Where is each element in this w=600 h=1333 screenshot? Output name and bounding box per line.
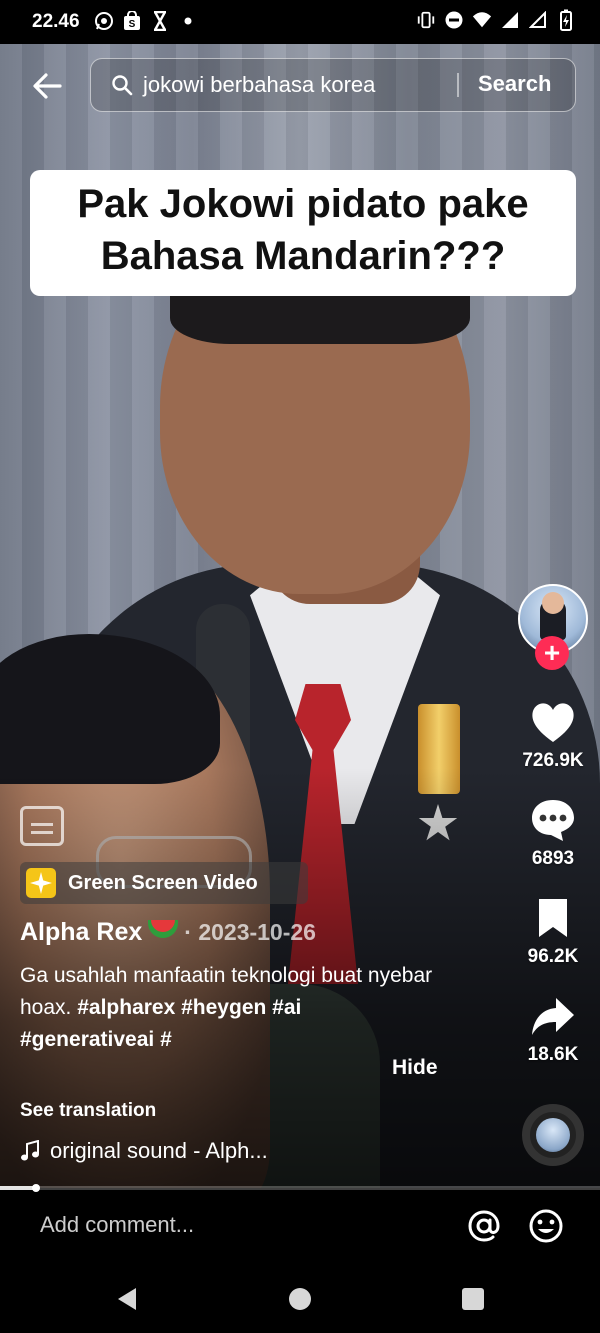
whatsapp-icon (94, 11, 114, 31)
author-name[interactable]: Alpha Rex (20, 918, 142, 946)
notification-icons: S (94, 11, 198, 31)
shopee-icon: S (122, 11, 142, 31)
avatar-head (542, 592, 564, 614)
comment-button[interactable]: 6893 (516, 796, 590, 870)
mention-at-icon[interactable] (464, 1206, 504, 1246)
hourglass-icon (150, 11, 170, 31)
hashtag-link[interactable]: #generativeai (20, 1028, 154, 1051)
watermelon-emoji-icon (148, 920, 179, 938)
search-button[interactable]: Search (478, 71, 551, 97)
emoji-smiley-icon[interactable] (526, 1206, 566, 1246)
caption-line-2: Bahasa Mandarin??? (100, 234, 506, 278)
battery-charging-icon (556, 9, 576, 31)
comment-count: 6893 (531, 848, 575, 869)
comment-bubble-icon (529, 796, 577, 844)
nav-back-icon[interactable] (114, 1286, 140, 1312)
status-bar: 22.46 S (0, 0, 600, 44)
bookmark-button[interactable]: 96.2K (516, 894, 590, 968)
hashtag-link[interactable]: #heygen (181, 996, 266, 1019)
video-progress-fill (0, 1186, 36, 1190)
back-arrow-icon (33, 73, 62, 99)
author-row[interactable]: Alpha Rex · 2023-10-26 (20, 918, 316, 947)
svg-text:S: S (129, 19, 136, 30)
share-count: 18.6K (527, 1044, 579, 1065)
effect-label: Green Screen Video (68, 872, 258, 894)
captions-icon[interactable] (20, 806, 64, 846)
bookmark-count: 96.2K (527, 946, 579, 967)
captions-line (31, 823, 53, 826)
search-icon (112, 75, 133, 96)
nav-home-icon[interactable] (289, 1288, 311, 1310)
signal-icon (500, 10, 520, 30)
search-bar[interactable]: jokowi berbahasa korea Search (90, 58, 576, 112)
sound-link[interactable]: original sound - Alph... (20, 1138, 268, 1164)
video-caption-bubble: Pak Jokowi pidato pake Bahasa Mandarin??… (30, 170, 576, 296)
sound-name: original sound - Alph... (50, 1138, 268, 1163)
status-time: 22.46 (32, 11, 80, 32)
share-button[interactable]: 18.6K (516, 992, 590, 1066)
back-button[interactable] (28, 66, 68, 106)
post-date: · 2023-10-26 (184, 919, 316, 945)
share-arrow-icon (529, 992, 577, 1040)
hashtag-link[interactable]: #alpharex (77, 996, 175, 1019)
hide-description-button[interactable]: Hide (392, 1056, 438, 1080)
system-icons (416, 9, 576, 31)
bookmark-icon (529, 894, 577, 942)
screen: 22.46 S jokowi berbahasa korea Search Pa… (0, 0, 600, 1333)
post-description: Ga usahlah manfaatin teknologi buat nyeb… (20, 960, 440, 1056)
see-translation-link[interactable]: See translation (20, 1100, 156, 1122)
signal-empty-icon (528, 10, 548, 30)
caption-line-1: Pak Jokowi pidato pake (77, 182, 529, 226)
video-progress-bar[interactable] (0, 1184, 600, 1192)
like-button[interactable]: 726.9K (516, 698, 590, 772)
search-divider (457, 73, 459, 97)
video-progress-handle[interactable] (32, 1184, 40, 1192)
effect-burst-shape (30, 872, 52, 894)
do-not-disturb-icon (444, 10, 464, 30)
effect-burst-icon (26, 868, 56, 898)
heart-icon (529, 698, 577, 746)
vibrate-icon (416, 10, 436, 30)
follow-button[interactable]: + (535, 636, 569, 670)
comment-bar: Add comment... (0, 1192, 600, 1262)
system-navigation-bar (0, 1262, 600, 1333)
music-disc[interactable] (522, 1104, 584, 1166)
like-count: 726.9K (522, 750, 584, 771)
search-query[interactable]: jokowi berbahasa korea (143, 72, 375, 98)
wifi-icon (472, 10, 492, 30)
hashtag-link[interactable]: #ai (272, 996, 301, 1019)
music-disc-avatar (536, 1118, 570, 1152)
comment-input[interactable]: Add comment... (40, 1212, 194, 1238)
nav-recents-icon[interactable] (462, 1288, 484, 1310)
dot-icon (178, 11, 198, 31)
music-note-icon (21, 1140, 39, 1161)
hashtag-link[interactable]: # (160, 1028, 172, 1051)
captions-line (31, 831, 53, 834)
effect-tag[interactable]: Green Screen Video (20, 862, 308, 904)
